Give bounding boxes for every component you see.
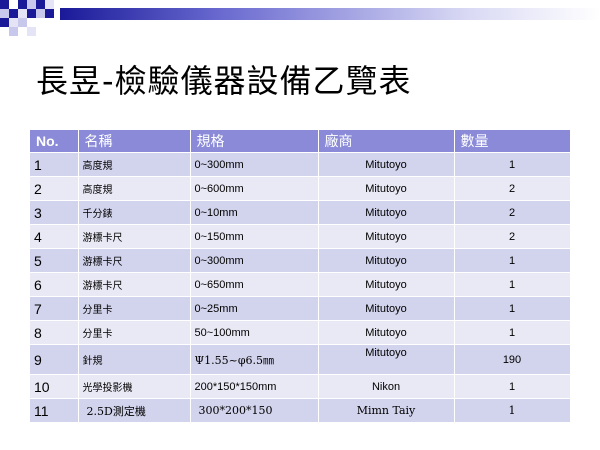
page-title: 長昱-檢驗儀器設備乙覽表 <box>36 62 412 100</box>
cell-no: 2 <box>30 176 79 201</box>
cell-name: 分里卡 <box>78 320 191 345</box>
cell-vendor: Mitutoyo <box>318 344 455 375</box>
cell-name: 千分錶 <box>78 200 191 225</box>
table-row: 9 針規 Ψ1.55~φ6.5㎜ Mitutoyo 190 <box>30 344 571 375</box>
cell-no: 6 <box>30 272 79 297</box>
cell-vendor: Mitutoyo <box>318 152 455 177</box>
cell-no: 1 <box>30 152 79 177</box>
cell-no: 8 <box>30 320 79 345</box>
cell-no: 4 <box>30 224 79 249</box>
cell-vendor: Mitutoyo <box>318 296 455 321</box>
cell-no: 11 <box>30 398 79 422</box>
header-name: 名稱 <box>78 130 191 153</box>
cell-no: 3 <box>30 200 79 225</box>
cell-name: 游標卡尺 <box>78 248 191 273</box>
cell-qty: 1 <box>454 398 571 422</box>
equipment-table: No. 名稱 規格 廠商 數量 1 高度規 0~300mm Mitutoyo 1… <box>30 130 571 422</box>
cell-spec: 0~25mm <box>190 296 319 321</box>
cell-name: 游標卡尺 <box>78 224 191 249</box>
header-gradient-bar <box>60 8 600 20</box>
cell-spec: 0~10mm <box>190 200 319 225</box>
cell-name: 2.5D測定機 <box>78 398 191 422</box>
cell-spec: 0~150mm <box>190 224 319 249</box>
cell-spec: 50~100mm <box>190 320 319 345</box>
cell-qty: 2 <box>454 200 571 225</box>
table-row: 8 分里卡 50~100mm Mitutoyo 1 <box>30 320 571 345</box>
cell-vendor: Mitutoyo <box>318 248 455 273</box>
table-row: 7 分里卡 0~25mm Mitutoyo 1 <box>30 296 571 321</box>
cell-spec: 0~300mm <box>190 152 319 177</box>
header-vendor: 廠商 <box>318 130 455 153</box>
cell-no: 5 <box>30 248 79 273</box>
cell-spec: Ψ1.55~φ6.5㎜ <box>190 344 319 375</box>
cell-vendor: Mitutoyo <box>318 272 455 297</box>
table-header-row: No. 名稱 規格 廠商 數量 <box>30 130 571 153</box>
cell-name: 游標卡尺 <box>78 272 191 297</box>
cell-vendor: Mitutoyo <box>318 224 455 249</box>
header-spec: 規格 <box>190 130 319 153</box>
cell-name: 針規 <box>78 344 191 375</box>
header-no: No. <box>30 130 79 153</box>
cell-name: 高度規 <box>78 152 191 177</box>
cell-name: 高度規 <box>78 176 191 201</box>
cell-qty: 1 <box>454 272 571 297</box>
cell-qty: 2 <box>454 176 571 201</box>
cell-qty: 1 <box>454 320 571 345</box>
cell-spec: 0~600mm <box>190 176 319 201</box>
cell-qty: 190 <box>454 344 571 375</box>
table-row: 6 游標卡尺 0~650mm Mitutoyo 1 <box>30 272 571 297</box>
table-row: 5 游標卡尺 0~300mm Mitutoyo 1 <box>30 248 571 273</box>
cell-name: 分里卡 <box>78 296 191 321</box>
cell-qty: 1 <box>454 152 571 177</box>
cell-no: 10 <box>30 374 79 399</box>
table-row: 11 2.5D測定機 300*200*150 Mimn Taiy 1 <box>30 398 571 422</box>
cell-spec: 0~650mm <box>190 272 319 297</box>
table-row: 3 千分錶 0~10mm Mitutoyo 2 <box>30 200 571 225</box>
table-row: 4 游標卡尺 0~150mm Mitutoyo 2 <box>30 224 571 249</box>
cell-no: 7 <box>30 296 79 321</box>
cell-spec: 200*150*150mm <box>190 374 319 399</box>
cell-qty: 1 <box>454 374 571 399</box>
table-row: 10 光學投影機 200*150*150mm Nikon 1 <box>30 374 571 399</box>
checker-decoration <box>0 0 60 36</box>
cell-spec: 0~300mm <box>190 248 319 273</box>
cell-spec: 300*200*150 <box>190 398 319 422</box>
header-qty: 數量 <box>454 130 571 153</box>
cell-vendor: Mimn Taiy <box>318 398 455 422</box>
table-row: 2 高度規 0~600mm Mitutoyo 2 <box>30 176 571 201</box>
cell-no: 9 <box>30 344 79 375</box>
table-row: 1 高度規 0~300mm Mitutoyo 1 <box>30 152 571 177</box>
cell-vendor: Mitutoyo <box>318 200 455 225</box>
cell-qty: 1 <box>454 296 571 321</box>
cell-name: 光學投影機 <box>78 374 191 399</box>
cell-qty: 1 <box>454 248 571 273</box>
cell-qty: 2 <box>454 224 571 249</box>
cell-vendor: Mitutoyo <box>318 176 455 201</box>
cell-vendor: Mitutoyo <box>318 320 455 345</box>
cell-vendor: Nikon <box>318 374 455 399</box>
